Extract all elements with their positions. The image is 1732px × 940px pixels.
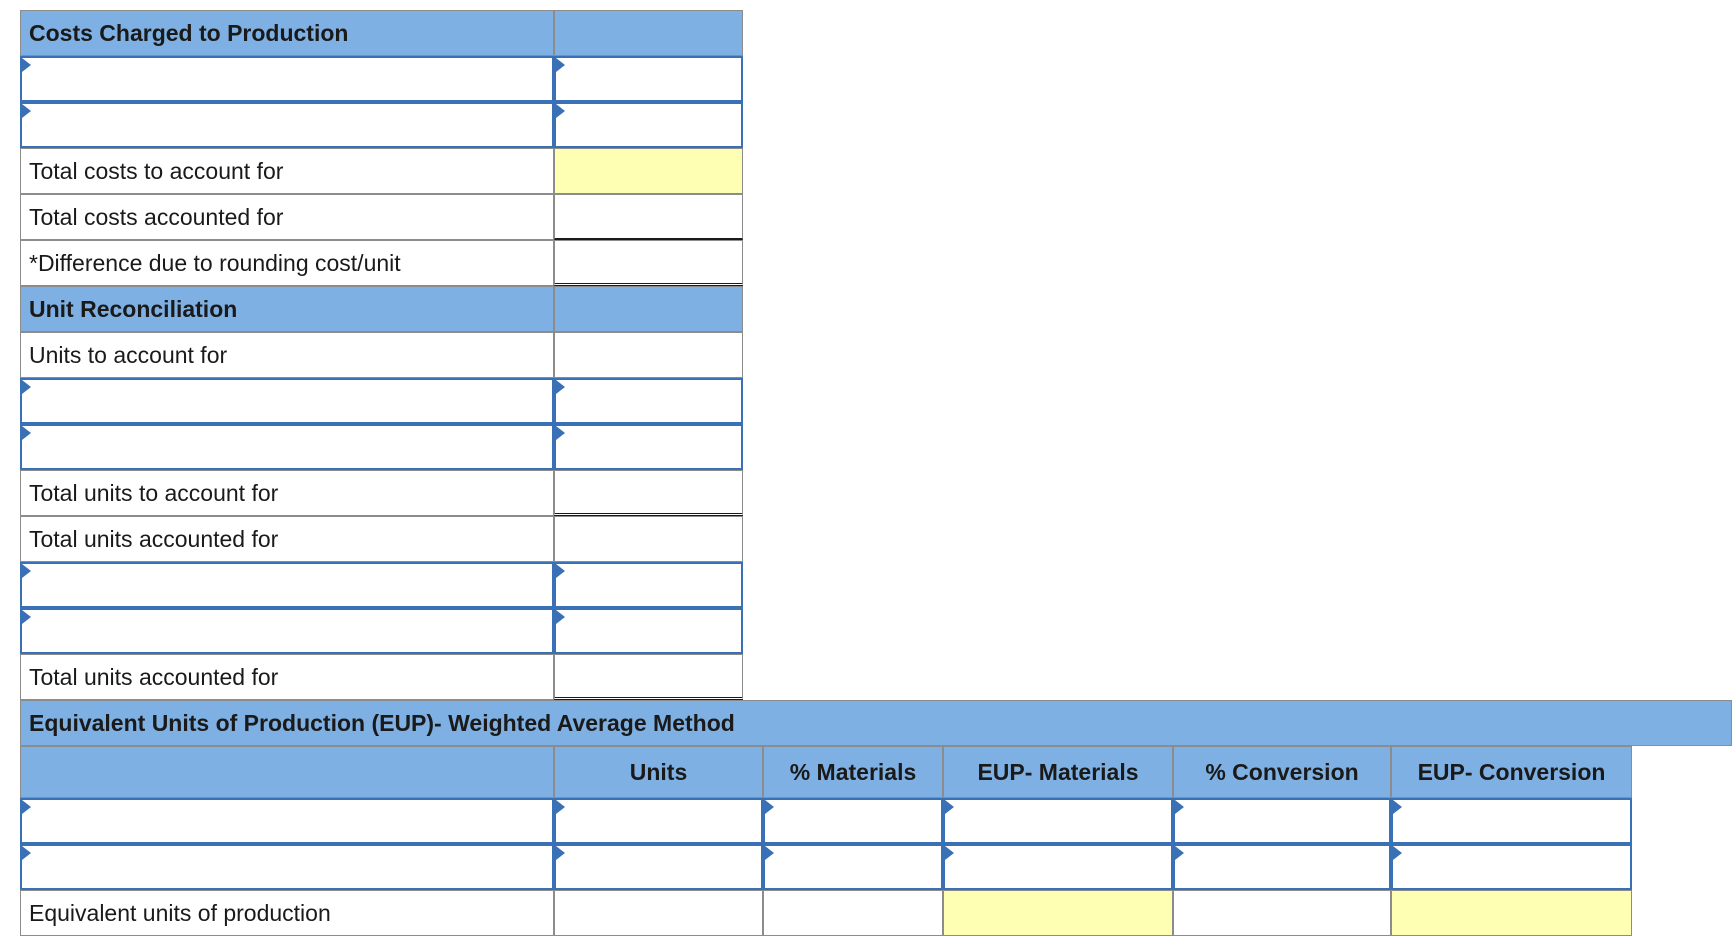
eup-conversion-input-2[interactable] (1391, 844, 1632, 890)
total-costs-to-account-row: Total costs to account for (20, 148, 743, 194)
eup-total-materials-input[interactable] (943, 890, 1173, 936)
total-units-accounted-input-2[interactable] (554, 654, 743, 700)
eup-total-row: Equivalent units of production (20, 890, 1732, 936)
col-pct-conversion-header: % Conversion (1173, 746, 1391, 798)
total-units-to-account-row: Total units to account for (20, 470, 743, 516)
eup-pct-materials-input-2[interactable] (763, 844, 943, 890)
unit-label-select-3[interactable] (20, 562, 554, 608)
eup-total-label: Equivalent units of production (20, 890, 554, 936)
total-costs-accounted-row: Total costs accounted for (20, 194, 743, 240)
cost-input-row-2 (20, 102, 743, 148)
unit-amount-input-2[interactable] (554, 424, 743, 470)
eup-total-pct-materials (763, 890, 943, 936)
col-eup-materials-header: EUP- Materials (943, 746, 1173, 798)
cost-input-row-1 (20, 56, 743, 102)
total-costs-accounted-label: Total costs accounted for (20, 194, 554, 240)
eup-pct-materials-input-1[interactable] (763, 798, 943, 844)
total-units-to-account-label: Total units to account for (20, 470, 554, 516)
eup-pct-conversion-input-1[interactable] (1173, 798, 1391, 844)
total-costs-to-account-input[interactable] (554, 148, 743, 194)
units-to-account-label: Units to account for (20, 332, 554, 378)
units-to-account-row: Units to account for (20, 332, 743, 378)
eup-input-row-1 (20, 798, 1732, 844)
eup-total-units (554, 890, 763, 936)
eup-materials-input-2[interactable] (943, 844, 1173, 890)
eup-label-select-2[interactable] (20, 844, 554, 890)
unit-section-title: Unit Reconciliation (20, 286, 554, 332)
total-costs-accounted-input[interactable] (554, 194, 743, 240)
difference-rounding-label: *Difference due to rounding cost/unit (20, 240, 554, 286)
col-pct-materials-header: % Materials (763, 746, 943, 798)
costs-header-row: Costs Charged to Production (20, 10, 743, 56)
eup-input-row-2 (20, 844, 1732, 890)
total-units-accounted-value-1 (554, 516, 743, 562)
difference-rounding-input[interactable] (554, 240, 743, 286)
eup-units-input-2[interactable] (554, 844, 763, 890)
cost-label-select-1[interactable] (20, 56, 554, 102)
eup-pct-conversion-input-2[interactable] (1173, 844, 1391, 890)
unit-header-row: Unit Reconciliation (20, 286, 743, 332)
unit-label-select-4[interactable] (20, 608, 554, 654)
unit-label-select-2[interactable] (20, 424, 554, 470)
cost-amount-input-2[interactable] (554, 102, 743, 148)
total-units-accounted-label-2: Total units accounted for (20, 654, 554, 700)
unit-input-row-3 (20, 562, 743, 608)
total-units-accounted-label-1: Total units accounted for (20, 516, 554, 562)
unit-amount-input-4[interactable] (554, 608, 743, 654)
total-units-to-account-input[interactable] (554, 470, 743, 516)
unit-label-select-1[interactable] (20, 378, 554, 424)
difference-rounding-row: *Difference due to rounding cost/unit (20, 240, 743, 286)
total-units-accounted-row-2: Total units accounted for (20, 654, 743, 700)
cost-amount-input-1[interactable] (554, 56, 743, 102)
eup-materials-input-1[interactable] (943, 798, 1173, 844)
unit-amount-input-3[interactable] (554, 562, 743, 608)
unit-input-row-1 (20, 378, 743, 424)
eup-blank-header (20, 746, 554, 798)
eup-label-select-1[interactable] (20, 798, 554, 844)
col-eup-conversion-header: EUP- Conversion (1391, 746, 1632, 798)
unit-input-row-4 (20, 608, 743, 654)
unit-input-row-2 (20, 424, 743, 470)
costs-section-title: Costs Charged to Production (20, 10, 554, 56)
cost-label-select-2[interactable] (20, 102, 554, 148)
units-to-account-value (554, 332, 743, 378)
total-units-accounted-row-1: Total units accounted for (20, 516, 743, 562)
eup-total-pct-conversion (1173, 890, 1391, 936)
eup-conversion-input-1[interactable] (1391, 798, 1632, 844)
unit-amount-input-1[interactable] (554, 378, 743, 424)
eup-section-title: Equivalent Units of Production (EUP)- We… (20, 700, 1732, 746)
total-costs-to-account-label: Total costs to account for (20, 148, 554, 194)
eup-column-header-row: Units % Materials EUP- Materials % Conve… (20, 746, 1732, 798)
costs-header-value (554, 10, 743, 56)
eup-units-input-1[interactable] (554, 798, 763, 844)
col-units-header: Units (554, 746, 763, 798)
unit-header-value (554, 286, 743, 332)
eup-total-conversion-input[interactable] (1391, 890, 1632, 936)
